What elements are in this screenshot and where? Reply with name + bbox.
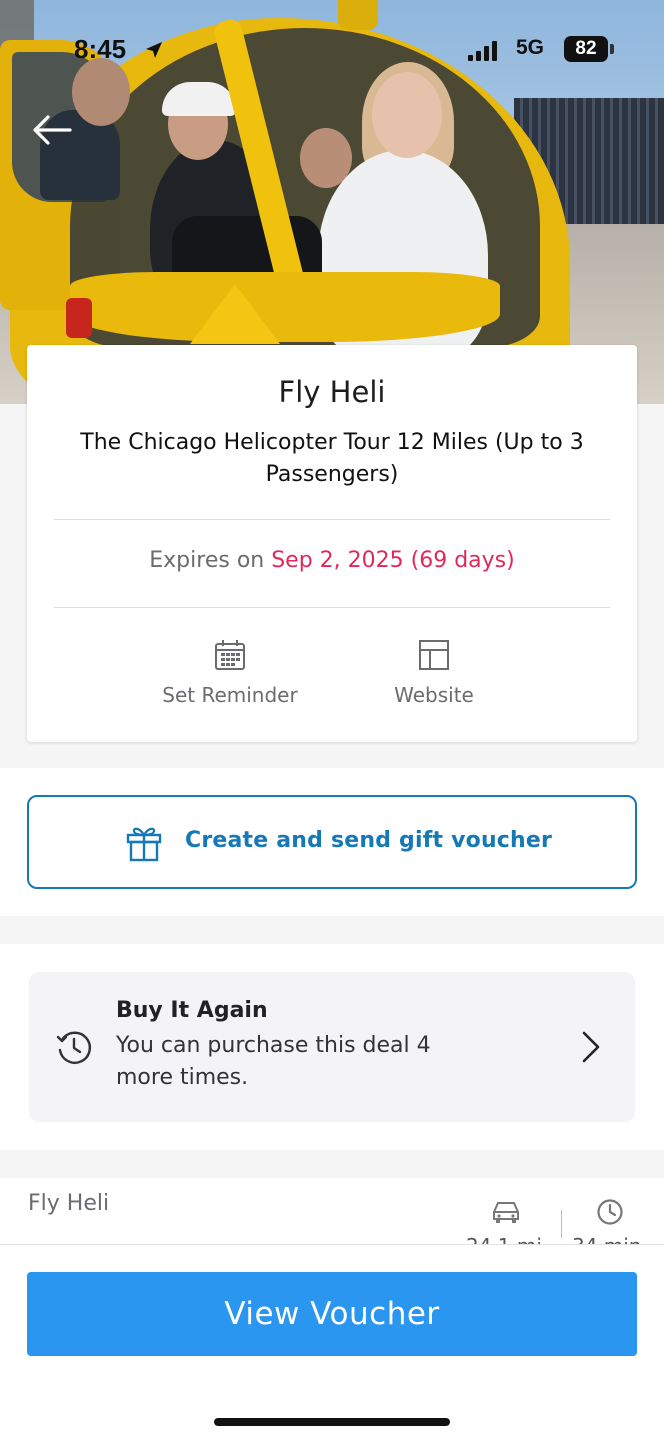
gift-section: Create and send gift voucher [0, 768, 664, 916]
deal-title: The Chicago Helicopter Tour 12 Miles (Up… [80, 430, 584, 487]
gift-button-label: Create and send gift voucher [185, 828, 553, 853]
website-button[interactable]: Website [369, 639, 499, 707]
bottom-bar: View Voucher [0, 1244, 664, 1440]
merchant-name: Fly Heli [278, 375, 386, 409]
create-gift-voucher-button[interactable]: Create and send gift voucher [27, 795, 637, 889]
location-arrow-icon [146, 42, 162, 58]
home-indicator [214, 1418, 450, 1426]
car-icon [493, 1202, 519, 1223]
gift-icon [126, 827, 162, 862]
set-reminder-button[interactable]: Set Reminder [150, 639, 310, 707]
set-reminder-label: Set Reminder [162, 683, 298, 707]
battery-icon: 82 [564, 36, 608, 62]
website-label: Website [394, 683, 474, 707]
back-arrow-icon[interactable] [30, 110, 74, 150]
chevron-right-icon [582, 1031, 600, 1063]
divider [54, 519, 610, 520]
history-icon [56, 1031, 92, 1064]
network-type: 5G [516, 36, 545, 59]
signal-icon [468, 41, 497, 61]
expiry-date: Sep 2, 2025 (69 days) [271, 548, 515, 573]
deal-card: Fly Heli The Chicago Helicopter Tour 12 … [27, 345, 637, 742]
website-icon [419, 640, 449, 670]
expiry-prefix: Expires on [149, 548, 265, 573]
expiry-line: Expires on Sep 2, 2025 (69 days) [27, 548, 637, 573]
location-name: Fly Heli [28, 1191, 110, 1216]
calendar-icon [215, 640, 245, 670]
clock-icon [597, 1199, 623, 1225]
buy-again-card[interactable]: Buy It Again You can purchase this deal … [29, 972, 635, 1122]
buy-again-title: Buy It Again [116, 998, 268, 1023]
buy-again-section: Buy It Again You can purchase this deal … [0, 944, 664, 1150]
status-time: 8:45 [74, 34, 127, 64]
buy-again-description: You can purchase this deal 4 more times. [116, 1033, 431, 1090]
status-bar: 8:45 5G 82 [0, 30, 664, 74]
divider [561, 1210, 562, 1238]
divider [54, 607, 610, 608]
view-voucher-button[interactable]: View Voucher [27, 1272, 637, 1356]
